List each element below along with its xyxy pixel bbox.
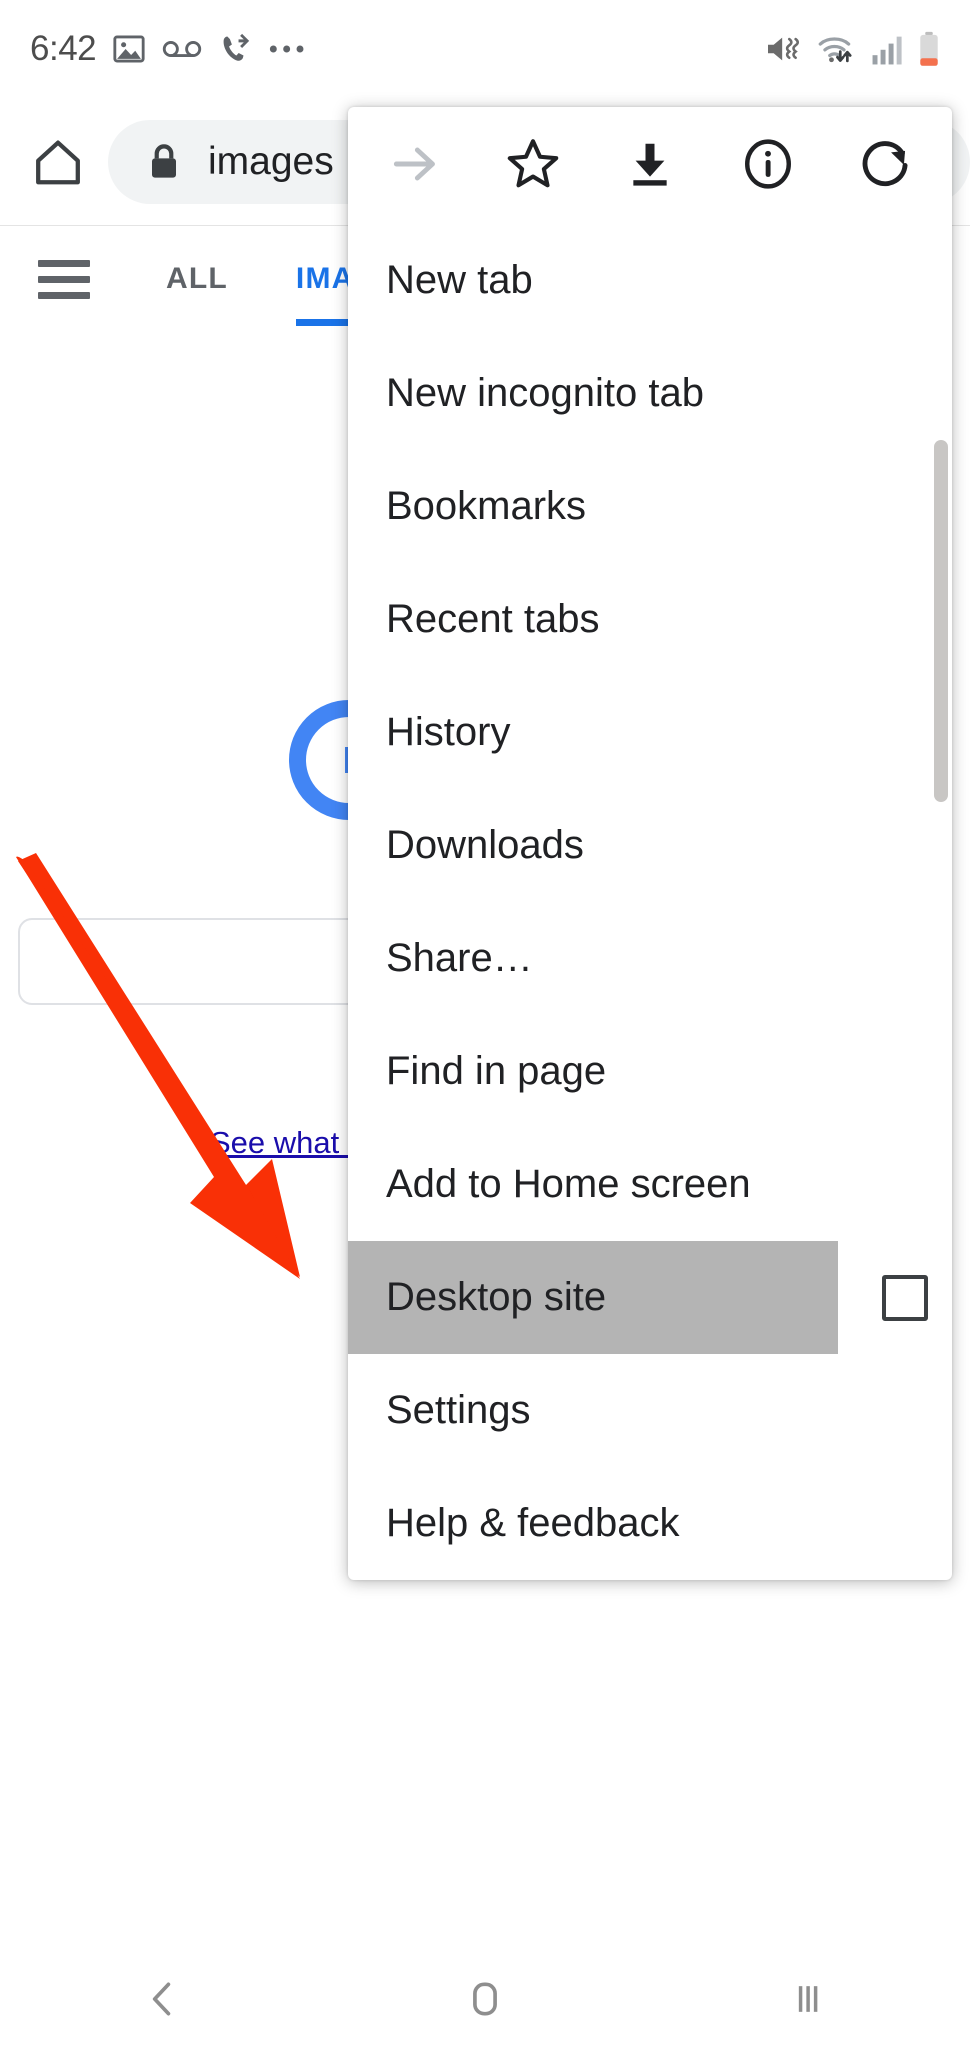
home-square-icon — [473, 1982, 497, 2016]
android-home-button[interactable] — [425, 1950, 545, 2048]
reload-button[interactable] — [844, 123, 926, 205]
bookmark-star-button[interactable] — [492, 123, 574, 205]
download-icon — [633, 143, 667, 186]
menu-scrollbar[interactable] — [934, 440, 948, 802]
menu-item-label: Desktop site — [386, 1275, 607, 1319]
call-forward-icon — [223, 33, 250, 61]
see-what-link[interactable]: See what t — [210, 1125, 356, 1161]
lock-icon — [152, 143, 176, 178]
menu-item-share[interactable]: Share… — [348, 902, 952, 1015]
menu-item-recent-tabs[interactable]: Recent tabs — [348, 563, 952, 676]
menu-item-find-in-page[interactable]: Find in page — [348, 1015, 952, 1128]
menu-item-desktop-site[interactable]: Desktop site — [348, 1241, 928, 1354]
reload-icon — [862, 140, 908, 186]
red-arrow-annotation — [16, 853, 300, 1279]
image-icon — [113, 35, 145, 63]
menu-item-label: Settings — [386, 1388, 531, 1432]
page-info-icon — [744, 138, 791, 189]
forward-arrow-button[interactable] — [374, 123, 456, 205]
recents-bars-icon — [799, 1986, 818, 2012]
home-button[interactable] — [24, 128, 92, 196]
menu-item-bookmarks[interactable]: Bookmarks — [348, 450, 952, 563]
status-clock: 6:42 — [30, 29, 97, 68]
android-navigation-bar — [0, 1950, 970, 2048]
back-chevron-icon — [152, 1982, 170, 2016]
menu-item-list: New tab New incognito tab Bookmarks Rece… — [348, 220, 952, 1580]
menu-item-help-and-feedback[interactable]: Help & feedback — [348, 1467, 952, 1580]
menu-item-label: New tab — [386, 258, 533, 302]
menu-item-label: Recent tabs — [386, 597, 600, 641]
forward-arrow-icon — [393, 147, 435, 180]
menu-item-label: Add to Home screen — [386, 1162, 751, 1206]
chrome-overflow-menu: New tab New incognito tab Bookmarks Rece… — [348, 107, 952, 1580]
phone-screen: 6:42 images ALL See what t New tab New i… — [0, 0, 970, 2048]
menu-item-label: Share… — [386, 936, 533, 980]
voicemail-icon — [162, 41, 202, 58]
wifi-icon — [818, 37, 852, 63]
menu-item-downloads[interactable]: Downloads — [348, 789, 952, 902]
status-bar-right — [765, 31, 942, 67]
menu-item-settings[interactable]: Settings — [348, 1354, 952, 1467]
android-recents-button[interactable] — [748, 1950, 868, 2048]
hamburger-icon[interactable] — [38, 250, 98, 310]
overflow-dots-icon — [269, 45, 304, 53]
menu-item-add-to-home-screen[interactable]: Add to Home screen — [348, 1128, 952, 1241]
menu-icon-row — [348, 107, 952, 220]
menu-item-new-tab[interactable]: New tab — [348, 224, 952, 337]
menu-item-label: Find in page — [386, 1049, 607, 1093]
android-back-button[interactable] — [102, 1950, 222, 2048]
menu-item-label: Downloads — [386, 823, 584, 867]
download-button[interactable] — [609, 123, 691, 205]
menu-item-history[interactable]: History — [348, 676, 952, 789]
bookmark-star-icon — [507, 138, 558, 187]
menu-item-label: Help & feedback — [386, 1501, 680, 1545]
battery-low-icon — [920, 31, 938, 66]
desktop-site-checkbox[interactable] — [882, 1274, 928, 1321]
page-info-button[interactable] — [727, 123, 809, 205]
tab-all[interactable]: ALL — [166, 234, 228, 326]
menu-item-label: Bookmarks — [386, 484, 587, 528]
home-icon — [36, 140, 80, 184]
menu-item-label: History — [386, 710, 511, 754]
mute-vibrate-icon — [768, 37, 800, 61]
status-bar-left: 6:42 — [30, 29, 308, 69]
cellular-signal-icon — [872, 36, 902, 65]
menu-item-label: New incognito tab — [386, 371, 704, 415]
menu-item-new-incognito-tab[interactable]: New incognito tab — [348, 337, 952, 450]
status-bar: 6:42 — [0, 0, 970, 98]
omnibox-url-text: images — [208, 139, 334, 183]
